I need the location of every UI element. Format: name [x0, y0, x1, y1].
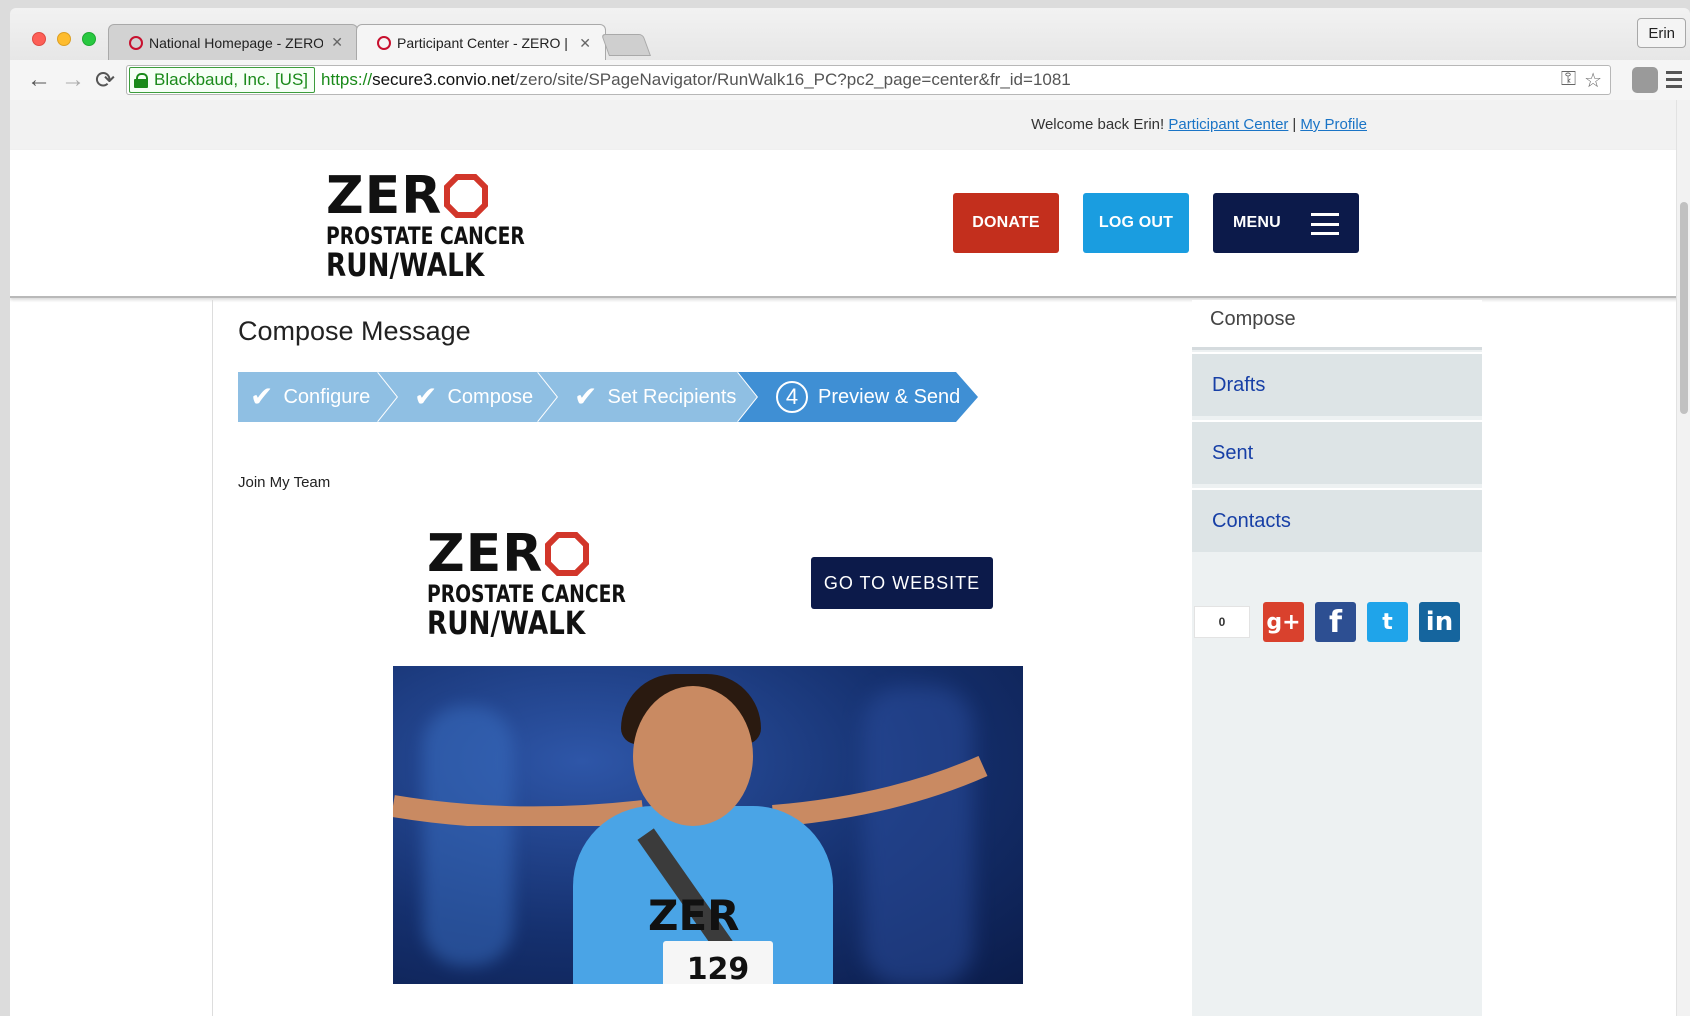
window-minimize-button[interactable]	[57, 32, 71, 46]
step-preview-send[interactable]: 4 Preview & Send	[738, 372, 978, 422]
linkedin-icon[interactable]: in	[1419, 602, 1460, 642]
hamburger-icon	[1311, 213, 1339, 235]
page-scrollbar[interactable]	[1676, 100, 1690, 1016]
menu-label: MENU	[1233, 214, 1281, 231]
step-label: Preview & Send	[818, 385, 961, 408]
bookmark-star-icon[interactable]: ☆	[1584, 68, 1602, 93]
key-icon[interactable]: ⚿	[1561, 68, 1576, 93]
step-label: Configure	[283, 385, 371, 408]
step-number-4-icon: 4	[776, 381, 808, 413]
page-viewport: Welcome back Erin! Participant Center | My…	[10, 100, 1690, 1016]
background-figure	[423, 706, 513, 966]
browser-menu-icon[interactable]	[1661, 64, 1687, 94]
logo-line-run-walk: RUN/WALK	[326, 246, 485, 284]
step-set-recipients[interactable]: ✔ Set Recipients	[538, 372, 760, 422]
sidebar-item-compose[interactable]: Compose	[1192, 300, 1482, 350]
tab-title: National Homepage - ZERO	[149, 34, 324, 51]
extension-icon[interactable]	[1632, 67, 1658, 93]
step-configure[interactable]: ✔ Configure	[238, 372, 400, 422]
page-title: Compose Message	[238, 316, 471, 346]
logo-zero-text: ZER	[326, 166, 443, 226]
menu-button[interactable]: MENU	[1213, 193, 1359, 253]
tab-title: Participant Center - ZERO |	[397, 35, 568, 51]
share-count: 0	[1194, 606, 1250, 638]
tab-participant-center[interactable]: Participant Center - ZERO | ✕	[356, 24, 606, 61]
twitter-icon[interactable]: t	[1367, 602, 1408, 642]
checkmark-icon: ✔	[414, 381, 438, 412]
step-compose[interactable]: ✔ Compose	[378, 372, 560, 422]
step-label: Set Recipients	[607, 385, 737, 408]
welcome-bar: Welcome back Erin! Participant Center | My…	[10, 100, 1690, 150]
checkmark-icon: ✔	[250, 381, 274, 412]
race-bib: 129	[663, 941, 773, 984]
checkmark-icon: ✔	[574, 381, 598, 412]
background-figure	[863, 686, 973, 984]
my-profile-link[interactable]: My Profile	[1300, 116, 1367, 133]
tab-national-homepage[interactable]: National Homepage - ZERO ✕	[108, 24, 358, 60]
window-zoom-button[interactable]	[82, 32, 96, 46]
go-to-website-button[interactable]: GO TO WEBSITE	[811, 557, 993, 609]
ev-certificate-badge[interactable]: Blackbaud, Inc. [US]	[129, 67, 316, 93]
shirt-logo-text: ZER	[648, 891, 740, 940]
donate-button[interactable]: DONATE	[953, 193, 1059, 253]
sidebar-item-sent[interactable]: Sent	[1192, 420, 1482, 484]
zero-octagon-icon	[545, 532, 590, 576]
browser-toolbar: ← → ⟳ Blackbaud, Inc. [US] https://secur…	[10, 60, 1690, 100]
profile-button[interactable]: Erin	[1637, 18, 1686, 48]
log-out-button[interactable]: LOG OUT	[1083, 193, 1189, 253]
address-bar[interactable]: Blackbaud, Inc. [US] https://secure3.con…	[126, 65, 1611, 95]
message-subject: Join My Team	[238, 474, 331, 491]
url-host: secure3.convio.net	[372, 70, 515, 89]
zero-favicon-icon	[129, 35, 143, 50]
browser-chrome: National Homepage - ZERO ✕ Participant C…	[10, 8, 1690, 100]
lock-icon	[134, 73, 148, 88]
participant-center-link[interactable]: Participant Center	[1168, 116, 1288, 133]
email-zero-logo: ZER PROSTATE CANCER RUN/WALK	[427, 528, 682, 639]
url-scheme: https://	[321, 70, 373, 89]
compose-panel: Compose Message ✔ Configure ✔ Compose ✔ Set…	[212, 300, 1192, 1016]
zero-octagon-icon	[444, 174, 489, 218]
social-share-bar: 0 g+ f t in	[1194, 602, 1460, 642]
google-plus-icon[interactable]: g+	[1263, 602, 1304, 642]
sidebar-item-drafts[interactable]: Drafts	[1192, 352, 1482, 416]
facebook-icon[interactable]: f	[1315, 602, 1356, 642]
site-header: ZER PROSTATE CANCER RUN/WALK DONATE LOG …	[10, 150, 1690, 298]
runner-photo: ZER 129	[393, 666, 1023, 984]
sidebar-item-contacts[interactable]: Contacts	[1192, 488, 1482, 552]
logo-line-prostate-cancer: PROSTATE CANCER	[326, 222, 525, 250]
forward-arrow-icon[interactable]: →	[58, 65, 88, 95]
runner-face	[633, 686, 753, 826]
logo-line-prostate-cancer: PROSTATE CANCER	[427, 580, 626, 608]
window-close-button[interactable]	[32, 32, 46, 46]
scrollbar-thumb[interactable]	[1680, 202, 1688, 414]
logo-zero-text: ZER	[427, 524, 544, 584]
welcome-text: Welcome back Erin!	[1031, 116, 1165, 133]
url-text: https://secure3.convio.net/zero/site/SPa…	[321, 70, 1071, 90]
reload-icon[interactable]: ⟳	[90, 65, 120, 95]
tab-close-icon[interactable]: ✕	[331, 34, 343, 51]
url-path: /zero/site/SPageNavigator/RunWalk16_PC?p…	[514, 70, 1071, 89]
tab-close-icon[interactable]: ✕	[579, 35, 591, 52]
new-tab-button[interactable]	[600, 34, 652, 56]
logo-line-run-walk: RUN/WALK	[427, 604, 586, 642]
message-sidebar: Compose Drafts Sent Contacts 0 g+ f t in	[1192, 300, 1482, 1016]
zero-favicon-icon	[377, 36, 391, 50]
step-label: Compose	[447, 385, 534, 408]
zero-run-walk-logo[interactable]: ZER PROSTATE CANCER RUN/WALK	[326, 170, 581, 281]
back-arrow-icon[interactable]: ←	[24, 65, 54, 95]
ev-certificate-label: Blackbaud, Inc. [US]	[154, 70, 309, 89]
link-separator: |	[1292, 116, 1297, 133]
